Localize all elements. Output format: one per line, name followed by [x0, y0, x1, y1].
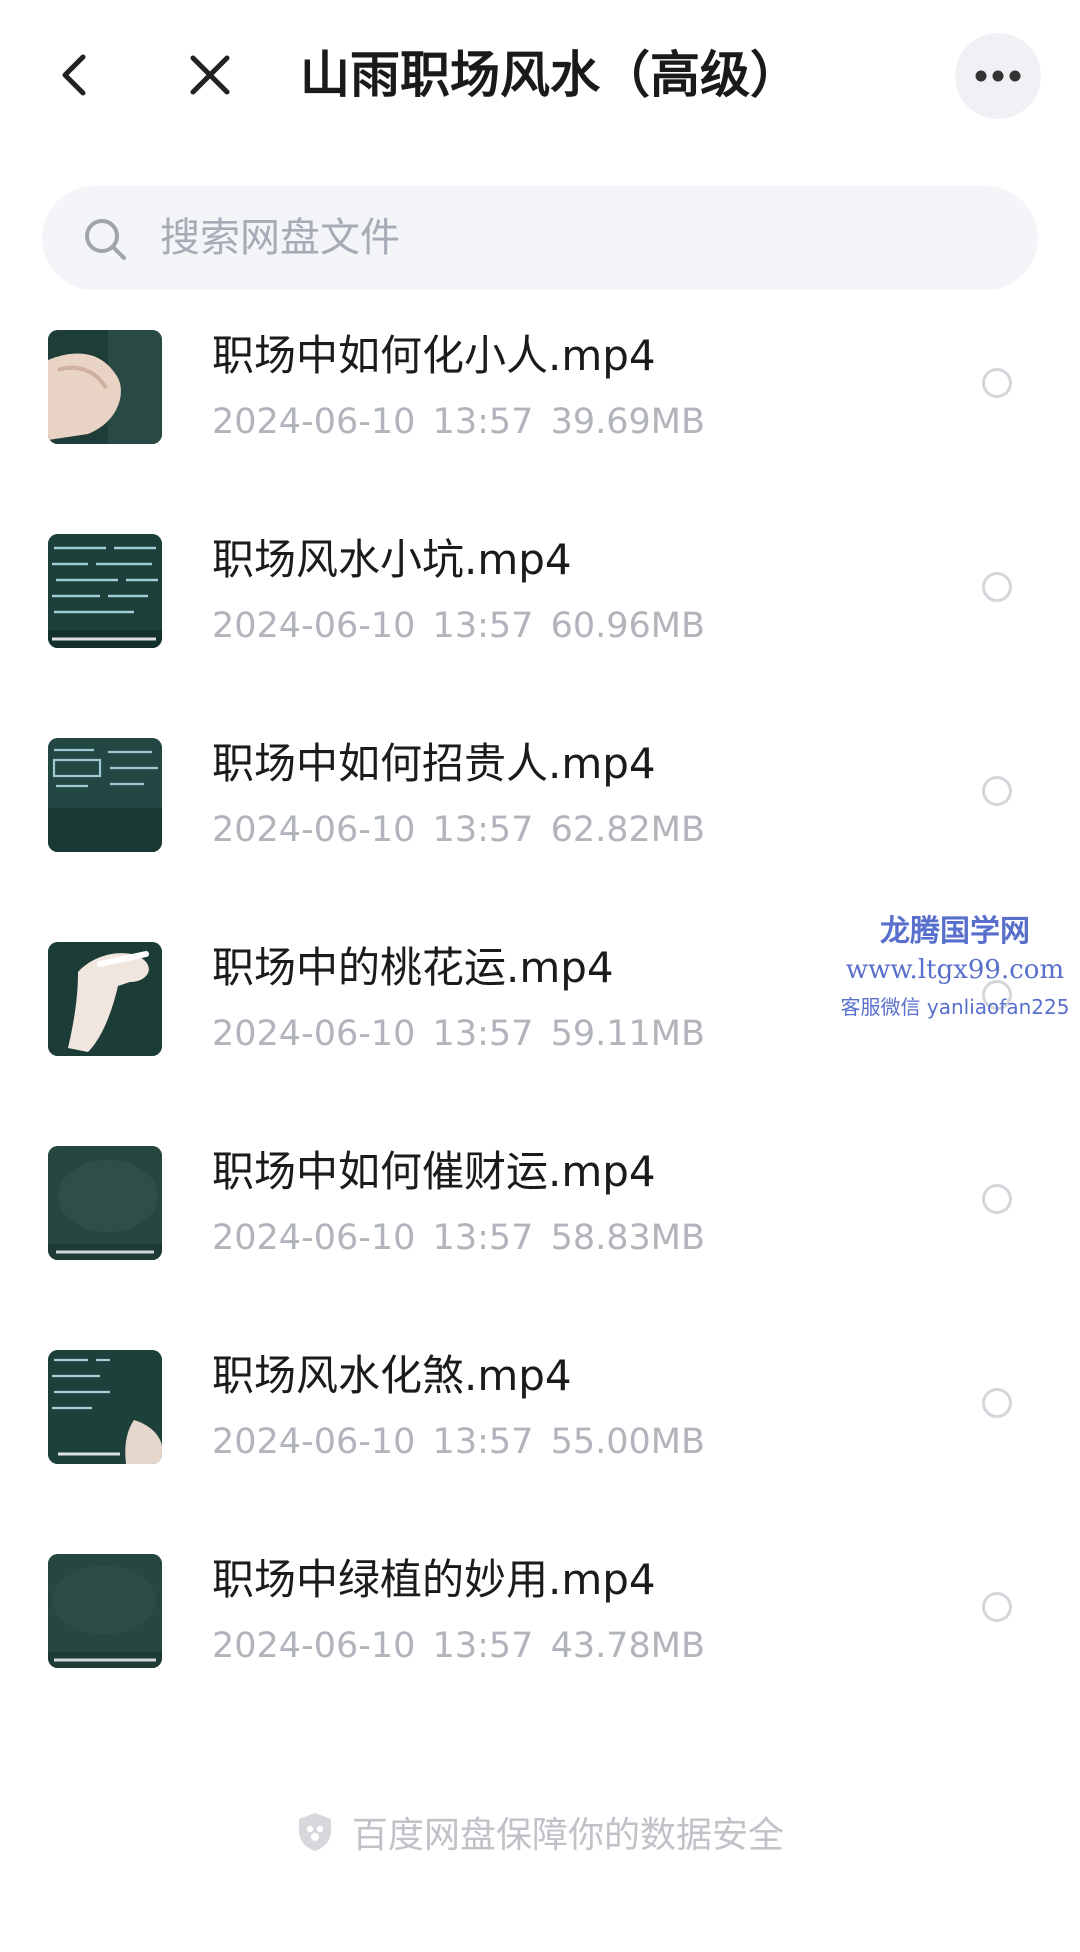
select-radio[interactable]: [982, 1184, 1012, 1214]
file-meta: 2024-06-10 13:57 62.82MB: [212, 808, 705, 852]
search-bar[interactable]: [42, 186, 1038, 290]
video-thumbnail: [48, 1146, 162, 1260]
file-date: 2024-06-10: [212, 1422, 416, 1462]
file-name: 职场中绿植的妙用.mp4: [212, 1555, 656, 1604]
file-date: 2024-06-10: [212, 402, 416, 442]
file-size: 59.11MB: [550, 1014, 705, 1054]
search-icon: [85, 219, 126, 260]
watermark-contact: 客服微信 yanliaofan225: [840, 995, 1070, 1019]
file-date: 2024-06-10: [212, 810, 416, 850]
file-time: 13:57: [432, 1422, 534, 1462]
file-time: 13:57: [432, 606, 534, 646]
security-footer: 百度网盘保障你的数据安全: [0, 1802, 1080, 1862]
top-bar: 山雨职场风水（高级）: [0, 0, 1080, 150]
select-radio[interactable]: [982, 776, 1012, 806]
file-row[interactable]: 职场中如何化小人.mp4 2024-06-10 13:57 39.69MB: [0, 318, 1080, 522]
video-thumbnail: [48, 330, 162, 444]
file-name: 职场中如何招贵人.mp4: [212, 739, 656, 788]
file-meta: 2024-06-10 13:57 55.00MB: [212, 1420, 705, 1464]
file-name: 职场中如何催财运.mp4: [212, 1147, 656, 1196]
video-thumbnail: [48, 534, 162, 648]
video-thumbnail: [48, 1350, 162, 1464]
file-meta: 2024-06-10 13:57 59.11MB: [212, 1012, 705, 1056]
file-row[interactable]: 职场风水小坑.mp4 2024-06-10 13:57 60.96MB: [0, 522, 1080, 726]
file-row[interactable]: 职场中绿植的妙用.mp4 2024-06-10 13:57 43.78MB: [0, 1542, 1080, 1746]
file-size: 60.96MB: [550, 606, 705, 646]
file-row[interactable]: 职场中如何催财运.mp4 2024-06-10 13:57 58.83MB: [0, 1134, 1080, 1338]
video-thumbnail: [48, 942, 162, 1056]
select-radio[interactable]: [982, 368, 1012, 398]
page-title: 山雨职场风水（高级）: [300, 46, 800, 104]
file-date: 2024-06-10: [212, 1218, 416, 1258]
file-meta: 2024-06-10 13:57 43.78MB: [212, 1624, 705, 1668]
file-row[interactable]: 职场风水化煞.mp4 2024-06-10 13:57 55.00MB: [0, 1338, 1080, 1542]
back-button[interactable]: [40, 40, 110, 110]
file-meta: 2024-06-10 13:57 58.83MB: [212, 1216, 705, 1260]
more-horizontal-icon: [975, 70, 1021, 82]
file-time: 13:57: [432, 402, 534, 442]
file-meta: 2024-06-10 13:57 39.69MB: [212, 400, 705, 444]
file-time: 13:57: [432, 1218, 534, 1258]
file-date: 2024-06-10: [212, 606, 416, 646]
file-row[interactable]: 职场中如何招贵人.mp4 2024-06-10 13:57 62.82MB: [0, 726, 1080, 930]
file-date: 2024-06-10: [212, 1626, 416, 1666]
file-name: 职场风水小坑.mp4: [212, 535, 572, 584]
shield-icon: [298, 1813, 331, 1851]
more-button[interactable]: [955, 33, 1041, 119]
search-input[interactable]: [160, 186, 980, 290]
close-icon: [190, 55, 230, 95]
watermark: 龙腾国学网 www.ltgx99.com 客服微信 yanliaofan225: [830, 912, 1080, 1022]
select-radio[interactable]: [982, 572, 1012, 602]
file-time: 13:57: [432, 810, 534, 850]
close-button[interactable]: [175, 40, 245, 110]
file-size: 39.69MB: [550, 402, 705, 442]
file-time: 13:57: [432, 1626, 534, 1666]
file-meta: 2024-06-10 13:57 60.96MB: [212, 604, 705, 648]
file-size: 62.82MB: [550, 810, 705, 850]
select-radio[interactable]: [982, 1388, 1012, 1418]
file-date: 2024-06-10: [212, 1014, 416, 1054]
file-name: 职场风水化煞.mp4: [212, 1351, 572, 1400]
video-thumbnail: [48, 1554, 162, 1668]
chevron-left-icon: [62, 54, 86, 96]
video-thumbnail: [48, 738, 162, 852]
file-list: 职场中如何化小人.mp4 2024-06-10 13:57 39.69MB 职场…: [0, 318, 1080, 1746]
file-size: 55.00MB: [550, 1422, 705, 1462]
file-size: 58.83MB: [550, 1218, 705, 1258]
watermark-title: 龙腾国学网: [880, 914, 1030, 949]
select-radio[interactable]: [982, 1592, 1012, 1622]
footer-text: 百度网盘保障你的数据安全: [351, 1815, 784, 1856]
file-size: 43.78MB: [550, 1626, 705, 1666]
watermark-url: www.ltgx99.com: [845, 955, 1065, 985]
file-time: 13:57: [432, 1014, 534, 1054]
file-name: 职场中如何化小人.mp4: [212, 331, 656, 380]
file-name: 职场中的桃花运.mp4: [212, 943, 614, 992]
